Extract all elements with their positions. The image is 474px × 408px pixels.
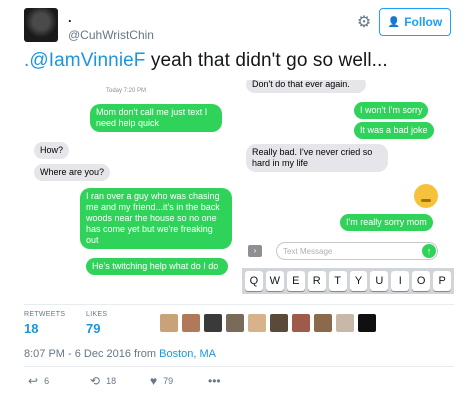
disappointed-face-icon [414,184,438,208]
likes-label: LIKES [86,311,108,318]
message-bubble: How? [34,142,70,159]
liker-avatar[interactable] [226,314,244,332]
avatar[interactable] [24,8,58,42]
retweet-count: 18 [106,376,117,386]
key[interactable]: W [265,271,284,291]
heart-icon: ♥ [150,374,158,388]
likers-list [160,314,376,332]
key[interactable]: Y [349,271,368,291]
reply-icon: ↩ [28,374,39,388]
gear-icon[interactable]: ⚙ [354,12,374,32]
message-bubble: Where are you? [34,164,111,181]
key[interactable]: P [433,271,452,291]
tweet-body: yeah that didn't go so well... [145,50,388,71]
retweets-stat[interactable]: RETWEETS 18 [24,311,65,336]
tweet-stats: RETWEETS 18 LIKES 79 [24,304,454,338]
add-user-icon: 👤 [387,16,401,28]
display-name[interactable]: . [68,10,72,25]
tweet-date: 8:07 PM - 6 Dec 2016 from Boston, MA [24,348,216,360]
message-bubble: Don't do that ever again. [246,80,366,93]
key[interactable]: U [370,271,389,291]
likes-stat[interactable]: LIKES 79 [86,311,107,336]
key[interactable]: R [307,271,326,291]
liker-avatar[interactable] [270,314,288,332]
liker-avatar[interactable] [160,314,178,332]
liker-avatar[interactable] [336,314,354,332]
like-button[interactable]: ♥ 79 [150,374,173,388]
liker-avatar[interactable] [182,314,200,332]
likes-count: 79 [86,321,101,336]
like-count: 79 [163,376,174,386]
retweet-icon: ⟲ [90,374,101,388]
screenshot-right[interactable]: Don't do that ever again. I won't I'm so… [242,80,454,294]
retweet-button[interactable]: ⟲ 18 [90,374,116,388]
message-bubble: I ran over a guy who was chasing me and … [80,188,232,249]
liker-avatar[interactable] [314,314,332,332]
key[interactable]: E [286,271,305,291]
send-icon[interactable]: ↑ [422,244,436,258]
screenshot-left[interactable]: Today 7:20 PM Mom don't call me just tex… [24,80,236,294]
tweet-header: . @CuhWristChin ⚙ 👤 Follow [24,8,454,44]
mention-link[interactable]: .@IamVinnieF [24,50,146,71]
more-button[interactable]: ••• [208,374,221,388]
key[interactable]: O [412,271,431,291]
message-input[interactable]: Text Message [276,242,438,260]
follow-label: Follow [404,15,443,29]
message-bubble: I'm really sorry mom [340,214,433,231]
tweet-location[interactable]: Boston, MA [159,348,216,360]
liker-avatar[interactable] [204,314,222,332]
reply-button[interactable]: ↩ 6 [28,374,49,388]
message-timestamp: Today 7:20 PM [106,88,147,94]
liker-avatar[interactable] [248,314,266,332]
tweet-text: .@IamVinnieF yeah that didn't go so well… [24,50,388,72]
message-bubble: It was a bad joke [354,122,434,139]
key[interactable]: T [328,271,347,291]
message-bubble: Really bad. I've never cried so hard in … [246,144,388,172]
tweet-datetime: 8:07 PM - 6 Dec 2016 from [24,348,160,360]
message-bubble: He's twitching help what do I do [86,258,228,275]
divider [24,366,454,367]
key[interactable]: I [391,271,410,291]
message-bubble: I won't I'm sorry [354,102,429,119]
reply-count: 6 [44,376,50,386]
more-icon: ••• [208,374,221,388]
message-input-bar: › Text Message ↑ [242,240,454,262]
message-bubble: Mom don't call me just text I need help … [90,104,222,132]
user-handle[interactable]: @CuhWristChin [68,28,154,42]
follow-button[interactable]: 👤 Follow [379,8,451,36]
key[interactable]: Q [245,271,263,291]
tweet-media[interactable]: Today 7:20 PM Mom don't call me just tex… [24,80,454,294]
expand-icon[interactable]: › [248,245,262,257]
retweets-label: RETWEETS [24,311,66,318]
tweet-actions: ↩ 6 ⟲ 18 ♥ 79 ••• [24,372,454,392]
keyboard-row: Q W E R T Y U I O P [242,268,454,294]
retweets-count: 18 [24,321,39,336]
liker-avatar[interactable] [292,314,310,332]
liker-avatar[interactable] [358,314,376,332]
